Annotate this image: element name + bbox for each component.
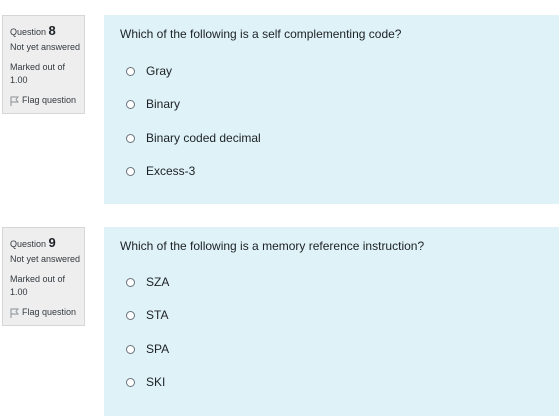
answer-label: Binary coded decimal bbox=[146, 131, 261, 145]
question-info: Question 9 Not yet answered Marked out o… bbox=[2, 227, 85, 326]
marked-out-of-label: Marked out of bbox=[10, 274, 66, 284]
radio-icon[interactable] bbox=[126, 99, 135, 109]
marked-out-of-value: 1.00 bbox=[10, 75, 28, 85]
question-content: Which of the following is a self complem… bbox=[104, 15, 559, 204]
flag-question-label: Flag question bbox=[22, 307, 77, 317]
radio-icon[interactable] bbox=[126, 166, 135, 176]
answer-label: SPA bbox=[146, 342, 170, 356]
question-8: Question 8 Not yet answered Marked out o… bbox=[0, 15, 559, 205]
question-grade: Marked out of 1.00 bbox=[10, 273, 84, 299]
question-number: Question 8 bbox=[10, 22, 84, 40]
question-9: Question 9 Not yet answered Marked out o… bbox=[0, 227, 559, 417]
question-number-value: 9 bbox=[48, 235, 56, 250]
question-text: Which of the following is a memory refer… bbox=[120, 239, 425, 253]
answer-label: STA bbox=[146, 308, 169, 322]
answer-option[interactable]: Binary coded decimal bbox=[126, 131, 261, 145]
answer-option[interactable]: SKI bbox=[126, 375, 165, 389]
answer-option[interactable]: Binary bbox=[126, 97, 180, 111]
question-state: Not yet answered bbox=[10, 42, 81, 52]
answer-option[interactable]: Excess-3 bbox=[126, 164, 195, 178]
question-grade: Marked out of 1.00 bbox=[10, 61, 84, 87]
flag-question-label: Flag question bbox=[22, 95, 77, 105]
question-number: Question 9 bbox=[10, 234, 84, 252]
flag-question-button[interactable]: Flag question bbox=[10, 306, 84, 319]
question-number-prefix: Question bbox=[10, 239, 47, 249]
flag-icon bbox=[10, 308, 19, 318]
question-number-prefix: Question bbox=[10, 27, 47, 37]
answer-option[interactable]: Gray bbox=[126, 64, 172, 78]
answer-option[interactable]: SPA bbox=[126, 342, 169, 356]
radio-icon[interactable] bbox=[126, 310, 135, 320]
flag-question-button[interactable]: Flag question bbox=[10, 94, 84, 107]
question-info: Question 8 Not yet answered Marked out o… bbox=[2, 15, 85, 114]
radio-icon[interactable] bbox=[126, 277, 135, 287]
question-text: Which of the following is a self complem… bbox=[120, 27, 402, 41]
flag-icon bbox=[10, 96, 19, 106]
answer-label: Gray bbox=[146, 64, 173, 78]
question-number-value: 8 bbox=[48, 23, 56, 38]
question-content: Which of the following is a memory refer… bbox=[104, 227, 559, 416]
answer-label: Binary bbox=[146, 97, 181, 111]
answer-label: Excess-3 bbox=[146, 164, 196, 178]
marked-out-of-value: 1.00 bbox=[10, 287, 28, 297]
radio-icon[interactable] bbox=[126, 377, 135, 387]
radio-icon[interactable] bbox=[126, 66, 135, 76]
radio-icon[interactable] bbox=[126, 133, 135, 143]
answer-option[interactable]: SZA bbox=[126, 275, 169, 289]
answer-label: SZA bbox=[146, 275, 170, 289]
radio-icon[interactable] bbox=[126, 344, 135, 354]
marked-out-of-label: Marked out of bbox=[10, 62, 66, 72]
answer-label: SKI bbox=[146, 375, 166, 389]
question-state: Not yet answered bbox=[10, 254, 81, 264]
answer-option[interactable]: STA bbox=[126, 308, 168, 322]
